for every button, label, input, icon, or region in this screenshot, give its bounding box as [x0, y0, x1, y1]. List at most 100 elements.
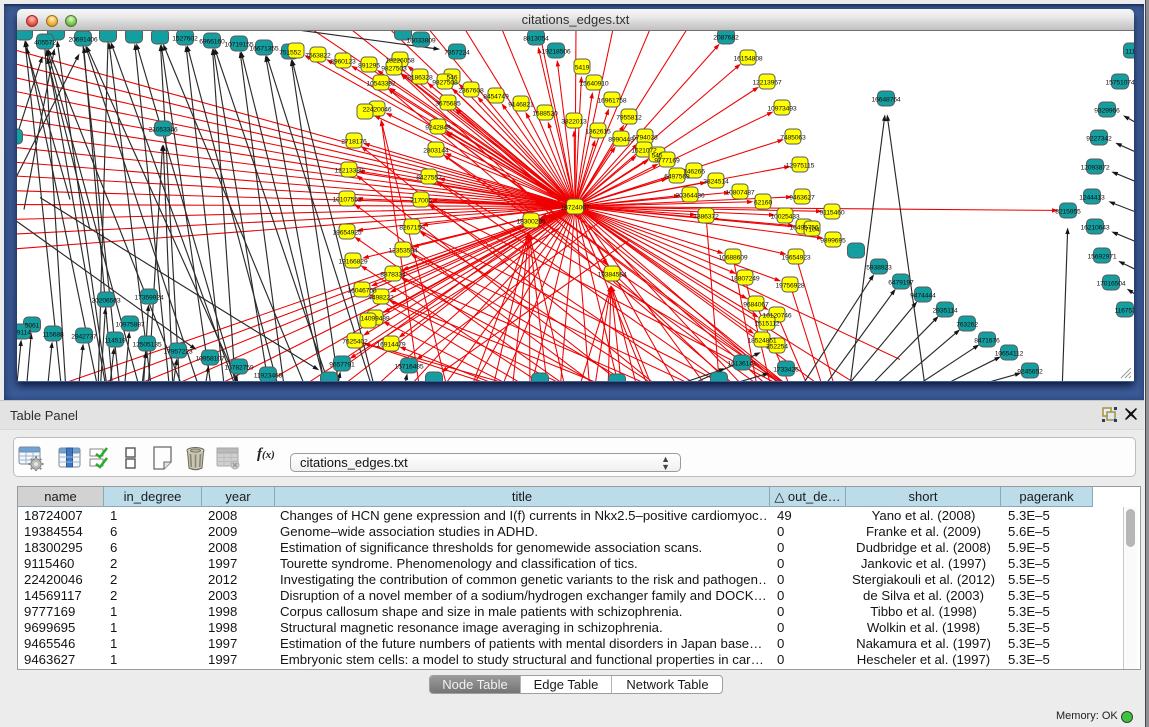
svg-text:2367608: 2367608: [458, 88, 484, 95]
svg-text:15692971: 15692971: [1087, 254, 1116, 261]
svg-text:1244413: 1244413: [1079, 195, 1105, 202]
svg-text:6966160: 6966160: [199, 39, 225, 46]
svg-text:6479197: 6479197: [888, 280, 914, 287]
svg-text:7357224: 7357224: [444, 50, 470, 57]
svg-text:7955812: 7955812: [616, 115, 642, 122]
svg-text:16120746: 16120746: [762, 313, 791, 320]
svg-text:20691406: 20691406: [68, 37, 97, 44]
svg-text:20364436: 20364436: [675, 193, 704, 200]
svg-text:217006: 217006: [410, 198, 432, 205]
svg-text:7386372: 7386372: [693, 214, 719, 221]
svg-text:2803144: 2803144: [423, 148, 449, 155]
svg-text:10107552: 10107552: [332, 197, 361, 204]
svg-text:5938923: 5938923: [866, 265, 892, 272]
svg-text:19756928: 19756928: [775, 283, 804, 290]
svg-text:751552: 751552: [279, 50, 301, 57]
svg-text:114519: 114519: [104, 338, 126, 345]
svg-text:1615112: 1615112: [755, 321, 780, 328]
svg-text:2087682: 2087682: [713, 35, 739, 42]
svg-text:17016504: 17016504: [1096, 281, 1125, 288]
svg-text:3824514: 3824514: [703, 179, 729, 186]
svg-text:18300295: 18300295: [516, 219, 545, 226]
svg-text:9463627: 9463627: [789, 195, 815, 202]
svg-text:9227342: 9227342: [1086, 136, 1112, 143]
svg-text:7563822: 7563822: [305, 53, 331, 60]
svg-text:8813054: 8813054: [523, 36, 549, 43]
svg-text:6794028: 6794028: [632, 135, 658, 142]
svg-text:12505135: 12505135: [132, 342, 161, 349]
svg-text:1733426: 1733426: [773, 367, 799, 374]
svg-text:39114: 39114: [17, 330, 31, 337]
svg-text:18226058: 18226058: [385, 58, 414, 65]
svg-text:9899695: 9899695: [820, 238, 846, 245]
svg-text:9115460: 9115460: [820, 210, 845, 217]
svg-text:16046706: 16046706: [347, 288, 376, 295]
svg-text:8454749: 8454749: [483, 94, 509, 101]
svg-text:9657791: 9657791: [329, 362, 355, 369]
svg-text:17359924: 17359924: [134, 295, 163, 302]
svg-text:16961758: 16961758: [597, 98, 626, 105]
svg-text:1527602: 1527602: [172, 36, 198, 43]
svg-text:116753: 116753: [1114, 308, 1134, 315]
svg-text:8186328: 8186328: [407, 75, 433, 82]
svg-text:62160: 62160: [754, 200, 773, 207]
svg-text:12093872: 12093872: [1080, 165, 1109, 172]
svg-text:17957223: 17957223: [163, 349, 192, 356]
svg-text:5419: 5419: [575, 65, 590, 72]
svg-text:7104: 7104: [805, 227, 820, 234]
svg-text:16136141: 16136141: [727, 361, 756, 368]
svg-text:9474444: 9474444: [910, 293, 936, 300]
svg-text:8215955: 8215955: [1055, 209, 1081, 216]
svg-text:9242848: 9242848: [425, 125, 451, 132]
svg-text:16671355: 16671355: [249, 46, 278, 53]
svg-text:19166829: 19166829: [338, 259, 367, 266]
svg-text:1117: 1117: [1125, 49, 1134, 56]
svg-text:6497568: 6497568: [664, 174, 690, 181]
svg-text:19384554: 19384554: [597, 272, 626, 279]
svg-text:10025433: 10025433: [770, 214, 799, 221]
svg-text:763262: 763262: [956, 322, 978, 329]
svg-text:9827503: 9827503: [381, 66, 407, 73]
svg-text:3675685: 3675685: [435, 101, 461, 108]
svg-text:2942737: 2942737: [71, 334, 97, 341]
svg-text:10654112: 10654112: [995, 351, 1024, 358]
svg-text:16210643: 16210643: [1080, 225, 1109, 232]
svg-text:2718176: 2718176: [341, 139, 367, 146]
svg-text:115688: 115688: [42, 332, 64, 339]
svg-text:9245652: 9245652: [1017, 369, 1043, 376]
svg-text:405572: 405572: [34, 40, 56, 47]
svg-text:12353594: 12353594: [388, 248, 417, 255]
svg-text:891295: 891295: [358, 63, 380, 70]
svg-text:10543382: 10543382: [366, 81, 395, 88]
svg-text:15716485: 15716485: [394, 364, 423, 371]
svg-text:10807487: 10807487: [725, 190, 754, 197]
svg-text:9146821: 9146821: [508, 102, 534, 109]
svg-text:9827508: 9827508: [432, 80, 458, 87]
svg-text:3822013: 3822013: [561, 119, 587, 126]
svg-text:15751074: 15751074: [1105, 80, 1134, 87]
svg-text:16154808: 16154808: [733, 56, 762, 63]
svg-text:10973493: 10973493: [767, 106, 796, 113]
svg-text:18807249: 18807249: [730, 276, 759, 283]
svg-text:19654925: 19654925: [332, 230, 361, 237]
svg-text:16782759: 16782759: [224, 365, 253, 372]
svg-text:10958107: 10958107: [195, 356, 224, 363]
svg-text:12213967: 12213967: [752, 80, 781, 87]
svg-text:5061: 5061: [25, 323, 40, 330]
svg-text:8990448: 8990448: [608, 137, 634, 144]
svg-text:20206503: 20206503: [91, 298, 120, 305]
svg-text:16914479: 16914479: [376, 342, 405, 349]
svg-text:9777169: 9777169: [654, 158, 680, 165]
svg-text:9329966: 9329966: [1094, 108, 1120, 115]
svg-text:2935114: 2935114: [933, 308, 958, 315]
svg-text:15640910: 15640910: [579, 81, 608, 88]
svg-text:8878334: 8878334: [380, 272, 406, 279]
svg-text:18724007: 18724007: [560, 205, 589, 212]
svg-text:12213389: 12213389: [334, 168, 363, 175]
svg-text:8471676: 8471676: [974, 338, 1000, 345]
svg-text:1362615: 1362615: [585, 129, 611, 136]
svg-text:19654923: 19654923: [781, 255, 810, 262]
svg-text:12975115: 12975115: [786, 163, 815, 170]
svg-text:8960123: 8960123: [330, 59, 356, 66]
svg-text:21053346: 21053346: [148, 127, 177, 134]
